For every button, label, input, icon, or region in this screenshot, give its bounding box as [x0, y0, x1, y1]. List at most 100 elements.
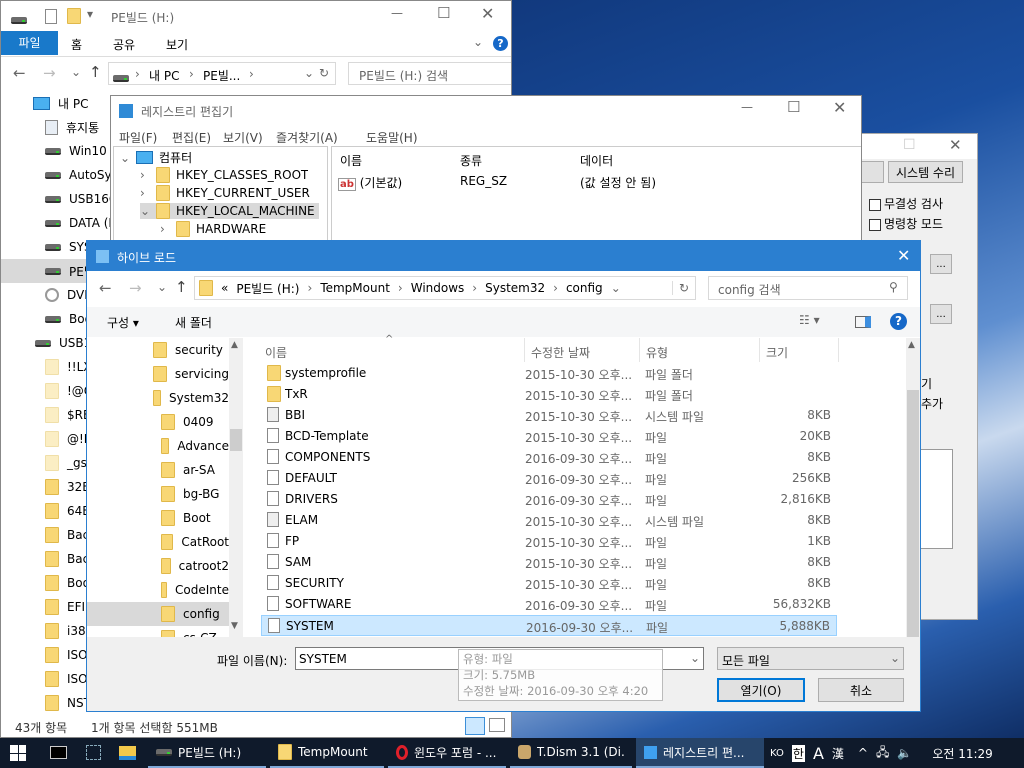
maximize-button[interactable]: ☐	[903, 137, 916, 153]
chevron-right-icon[interactable]: ›	[140, 168, 150, 182]
file-list-scrollbar[interactable]: ▲	[906, 338, 920, 637]
tree-node[interactable]: › HARDWARE	[160, 221, 266, 237]
properties-icon[interactable]	[45, 9, 57, 24]
menu-item[interactable]: 즐겨찾기(A)	[276, 129, 338, 146]
tree-node[interactable]: › HKEY_CLASSES_ROOT	[140, 167, 308, 183]
change-view-button[interactable]: ☷ ▾	[799, 313, 820, 327]
file-type-select[interactable]: 모든 파일 ⌄	[717, 647, 904, 670]
tree-node[interactable]: Boot	[87, 506, 229, 530]
tree-node[interactable]: catroot2	[87, 554, 229, 578]
cmd-icon[interactable]	[50, 746, 67, 759]
tree-node[interactable]: CodeInte	[87, 578, 229, 602]
file-row[interactable]: ELAM 2015-10-30 오후... 시스템 파일 8KB	[261, 510, 837, 531]
forward-button[interactable]: →	[129, 279, 142, 297]
refresh-button[interactable]: ↻	[671, 281, 695, 295]
file-row[interactable]: SAM 2015-10-30 오후... 파일 8KB	[261, 552, 837, 573]
tree-node[interactable]: config	[87, 602, 229, 626]
volume-icon[interactable]: 🔈	[897, 746, 912, 760]
network-icon[interactable]: 🖧	[876, 743, 889, 764]
help-icon[interactable]: ?	[493, 36, 508, 51]
close-button[interactable]: ✕	[833, 98, 846, 117]
cmd-mode-checkbox[interactable]: 명령창 모드	[869, 215, 943, 232]
tree-node[interactable]: 0409	[87, 410, 229, 434]
cancel-button[interactable]: 취소	[818, 678, 904, 702]
minimize-button[interactable]: —	[741, 100, 753, 114]
preview-pane-button[interactable]	[855, 316, 871, 328]
tree-node[interactable]: servicing	[87, 362, 229, 386]
recent-dropdown[interactable]: ⌄	[157, 280, 167, 294]
breadcrumb-item[interactable]: config	[566, 281, 603, 295]
tree-node[interactable]: ⌄ 컴퓨터	[120, 149, 192, 166]
help-icon[interactable]: ?	[890, 313, 907, 330]
tab-view[interactable]: 보기	[166, 36, 188, 53]
address-bar[interactable]: « PE빌드 (H:) › TempMount › Windows › System32 › co…	[194, 276, 696, 300]
clock[interactable]: 오전 11:29	[932, 745, 992, 762]
breadcrumb-item[interactable]: TempMount	[320, 281, 390, 295]
search-input[interactable]: PE빌드 (H:) 검색	[348, 62, 511, 85]
new-folder-button[interactable]: 새 폴더	[175, 314, 212, 331]
close-button[interactable]: ✕	[481, 4, 494, 23]
close-button[interactable]: ✕	[897, 246, 910, 265]
file-row[interactable]: SECURITY 2015-10-30 오후... 파일 8KB	[261, 573, 837, 594]
file-row[interactable]: BBI 2015-10-30 오후... 시스템 파일 8KB	[261, 405, 837, 426]
value-row[interactable]: ab (기본값) REG_SZ (값 설정 안 됨)	[338, 174, 838, 191]
maximize-button[interactable]: ☐	[787, 98, 800, 116]
taskbar-item[interactable]: 레지스트리 편...	[636, 738, 764, 768]
column-name[interactable]: 이름	[265, 344, 287, 361]
menu-item[interactable]: 파일(F)	[119, 129, 157, 146]
column-data[interactable]: 데이터	[580, 152, 613, 169]
tree-node[interactable]: ⌄ HKEY_LOCAL_MACHINE	[140, 203, 319, 219]
file-row[interactable]: systemprofile 2015-10-30 오후... 파일 폴더	[261, 363, 837, 384]
menu-item[interactable]: 보기(V)	[223, 129, 263, 146]
column-type[interactable]: 종류	[460, 152, 482, 169]
tab-file[interactable]: 파일	[1, 31, 58, 55]
tree-node[interactable]: security	[87, 338, 229, 362]
refresh-button[interactable]: ↻	[319, 66, 329, 80]
open-button[interactable]: 열기(O)	[717, 678, 805, 702]
tab-share[interactable]: 공유	[113, 36, 135, 53]
column-name[interactable]: 이름	[340, 152, 362, 169]
file-row[interactable]: SYSTEM 2016-09-30 오후... 파일 5,888KB	[261, 615, 837, 636]
address-bar[interactable]: › 내 PC › PE빌... › ⌄ ↻	[108, 62, 336, 85]
file-explorer-icon[interactable]	[119, 746, 136, 760]
back-button[interactable]: ←	[99, 279, 112, 297]
tree-node[interactable]: CatRoot	[87, 530, 229, 554]
large-icons-view-button[interactable]	[489, 718, 505, 732]
ime-hangul[interactable]: 한	[791, 744, 805, 762]
recent-dropdown[interactable]: ⌄	[71, 65, 81, 79]
search-input[interactable]: config 검색 ⚲	[708, 276, 908, 300]
ime-hanja[interactable]: 漢	[832, 745, 844, 762]
file-row[interactable]: TxR 2015-10-30 오후... 파일 폴더	[261, 384, 837, 405]
breadcrumb-drive[interactable]: PE빌...	[203, 67, 240, 84]
close-button[interactable]: ✕	[949, 136, 962, 154]
breadcrumb-item[interactable]: Windows	[411, 281, 465, 295]
ime-language[interactable]: KO	[770, 748, 784, 759]
ribbon-expand-icon[interactable]: ⌄	[473, 35, 483, 49]
file-row[interactable]: FP 2015-10-30 오후... 파일 1KB	[261, 531, 837, 552]
file-row[interactable]: DRIVERS 2016-09-30 오후... 파일 2,816KB	[261, 489, 837, 510]
quick-access-dropdown[interactable]: ▾	[87, 7, 93, 21]
breadcrumb-my-pc[interactable]: 내 PC	[149, 67, 179, 84]
file-row[interactable]: BCD-Template 2015-10-30 오후... 파일 20KB	[261, 426, 837, 447]
details-view-button[interactable]	[465, 717, 485, 735]
chevron-right-icon[interactable]: ›	[160, 222, 170, 236]
breadcrumb-item[interactable]: PE빌드 (H:)	[236, 280, 299, 297]
up-button[interactable]: ↑	[89, 63, 102, 81]
file-row[interactable]: DEFAULT 2016-09-30 오후... 파일 256KB	[261, 468, 837, 489]
taskbar-item[interactable]: TempMount	[270, 738, 384, 768]
back-button[interactable]: ←	[13, 64, 26, 82]
chevron-down-icon[interactable]: ⌄	[140, 204, 150, 218]
taskbar-item[interactable]: PE빌드 (H:)	[148, 738, 266, 768]
tree-node[interactable]: cs-CZ	[87, 626, 229, 637]
address-dropdown[interactable]: ⌄	[611, 281, 621, 295]
tree-node[interactable]: ar-SA	[87, 458, 229, 482]
maximize-button[interactable]: ☐	[437, 4, 450, 22]
column-date[interactable]: 수정한 날짜	[524, 338, 590, 362]
browse-button[interactable]: ...	[930, 254, 952, 274]
taskbar-item[interactable]: T.Dism 3.1 (Di...	[510, 738, 632, 768]
forward-button[interactable]: →	[43, 64, 56, 82]
file-row[interactable]: SOFTWARE 2016-09-30 오후... 파일 56,832KB	[261, 594, 837, 615]
integrity-check-checkbox[interactable]: 무결성 검사	[869, 195, 943, 212]
tab-home[interactable]: 홈	[71, 36, 82, 53]
task-view-icon[interactable]	[86, 745, 101, 760]
